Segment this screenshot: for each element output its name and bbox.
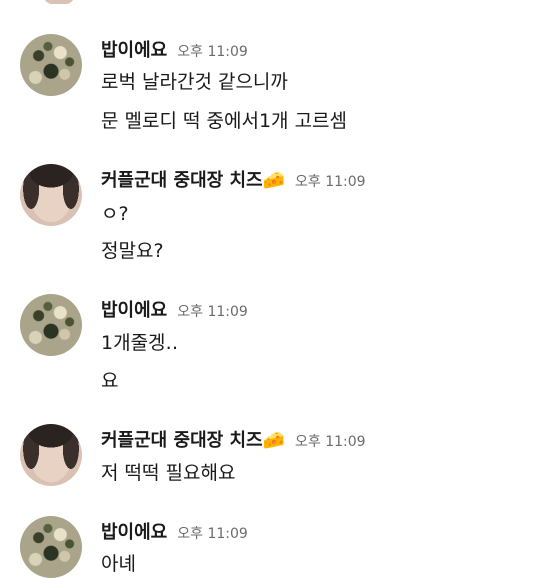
avatar[interactable] bbox=[20, 516, 82, 578]
message-text[interactable]: ㅇ? bbox=[101, 199, 129, 226]
cheese-emoji-icon: 🧀 bbox=[262, 430, 285, 451]
message-text[interactable]: 저 떡떡 필요해요 bbox=[101, 458, 235, 485]
message-time: 오후 11:09 bbox=[295, 434, 366, 450]
message-text[interactable]: 요 bbox=[101, 366, 118, 393]
sender-name[interactable]: 커플군대 중대장 치즈 bbox=[101, 170, 263, 191]
sender-name[interactable]: 밥이에요 bbox=[101, 522, 167, 543]
avatar[interactable] bbox=[20, 164, 82, 226]
message-time: 오후 11:09 bbox=[177, 304, 248, 320]
sender-row: 밥이에요 오후 11:09 bbox=[101, 518, 248, 544]
message-time: 오후 11:09 bbox=[177, 44, 248, 60]
message-time: 오후 11:09 bbox=[295, 174, 366, 190]
cheese-emoji-icon: 🧀 bbox=[262, 170, 285, 191]
chat-message-list[interactable]: 밥이에요 오후 11:09 로벅 날라간것 같으니까 문 멜로디 떡 중에서1개 … bbox=[0, 0, 560, 578]
message-text[interactable]: 문 멜로디 떡 중에서1개 고르셈 bbox=[101, 106, 347, 133]
sender-name[interactable]: 밥이에요 bbox=[101, 40, 167, 61]
avatar[interactable] bbox=[20, 294, 82, 356]
message-text[interactable]: 아녜 bbox=[101, 549, 136, 576]
sender-name[interactable]: 커플군대 중대장 치즈 bbox=[101, 430, 263, 451]
avatar[interactable] bbox=[20, 34, 82, 96]
message-text[interactable]: 로벅 날라간것 같으니까 bbox=[101, 67, 288, 94]
message-time: 오후 11:09 bbox=[177, 526, 248, 542]
message-text[interactable]: 정말요? bbox=[101, 236, 164, 263]
avatar-partial bbox=[44, 0, 74, 4]
avatar[interactable] bbox=[20, 424, 82, 486]
message-text[interactable]: 1개줄겡‥ bbox=[101, 328, 178, 355]
sender-row: 밥이에요 오후 11:09 bbox=[101, 296, 248, 322]
sender-row: 밥이에요 오후 11:09 bbox=[101, 36, 248, 62]
sender-name[interactable]: 밥이에요 bbox=[101, 300, 167, 321]
sender-row: 커플군대 중대장 치즈🧀 오후 11:09 bbox=[101, 166, 366, 192]
sender-row: 커플군대 중대장 치즈🧀 오후 11:09 bbox=[101, 426, 366, 452]
